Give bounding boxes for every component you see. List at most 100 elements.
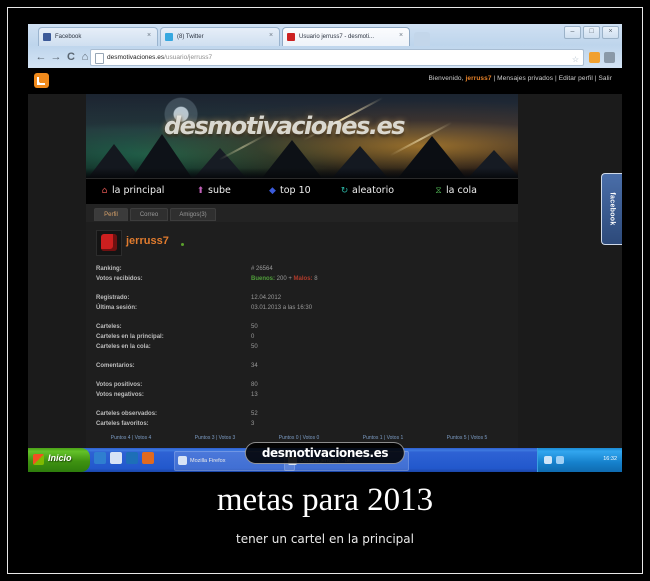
nav-item-la-cola[interactable]: ⧖ la cola [434,185,477,196]
tab-label: Usuario jerruss7 - desmoti... [299,34,375,40]
link-mensajes-privados[interactable]: Mensajes privados [497,75,553,82]
stat-value: 50 [251,324,258,330]
tab-correo[interactable]: Correo [130,208,168,221]
outlook-icon[interactable] [126,452,138,464]
twitter-favicon [165,33,173,41]
browser-tab-facebook[interactable]: Facebook × [38,27,158,46]
address-bar[interactable]: desmotivaciones.es/usuario/jerruss7 ☆ [90,49,584,66]
stat-label: Carteles en la principal: [96,334,164,340]
nav-item-aleatorio[interactable]: ↻ aleatorio [340,185,394,196]
search-icon[interactable] [110,452,122,464]
tab-label: Facebook [55,34,82,40]
thumbnail-item[interactable]: Puntos 5 | Votos 5 [430,432,504,446]
page-info-icon [95,53,104,64]
stat-label: Carteles observados: [96,411,158,417]
avatar[interactable] [96,230,122,256]
nav-label: top 10 [280,185,311,196]
thumbnail-item[interactable]: Puntos 4 | Votos 4 [94,432,168,446]
nav-label: la principal [112,185,165,196]
tab-label: (8) Twitter [177,34,204,40]
nav-item-top-10[interactable]: ◆ top 10 [268,185,311,196]
close-icon[interactable]: × [145,32,153,40]
user-bar: Bienvenido, jerruss7 | Mensajes privados… [428,75,612,82]
tab-strip: Facebook × (8) Twitter × Usuario jerruss… [28,27,622,46]
poster-caption: metas para 2013 tener un cartel en la pr… [0,480,650,546]
window-controls: – □ × [564,26,619,39]
tab-perfil[interactable]: Perfil [94,208,128,221]
stat-carteles-principal: Carteles en la principal: 0 [96,334,508,344]
taskbar-clock[interactable]: 16:32 [603,456,617,462]
votes-good-label: Buenos: [251,276,275,282]
link-editar-perfil[interactable]: Editar perfil [559,75,593,82]
poster-subtitle: tener un cartel en la principal [235,532,414,546]
reload-icon[interactable]: C [64,50,78,64]
main-navigation: ⌂ la principal ⬆ sube ◆ top 10 ↻ aleatorio ⧖… [86,178,518,206]
stat-value: 0 [251,334,255,340]
stat-label: Carteles en la cola: [96,344,151,350]
back-icon[interactable]: ← [34,50,48,64]
rss-icon[interactable] [34,73,49,88]
profile-card: jerruss7 Ranking: # 26564 Votos recibido… [86,222,518,448]
stat-value: 13 [251,392,258,398]
nav-label: la cola [446,185,477,196]
votes-bad-label: Malos: [293,276,313,282]
thumbnail-item[interactable]: Puntos 3 | Votos 3 [178,432,252,446]
stat-value: 34 [251,363,258,369]
username-link[interactable]: jerruss7 [465,75,491,82]
stat-label: Última sesión: [96,305,138,311]
trophy-icon: ◆ [269,186,276,196]
stat-label: Registrado: [96,295,130,301]
separator: | [493,75,496,82]
stat-label: Votos positivos: [96,382,143,388]
tray-network-icon[interactable] [556,456,564,464]
maximize-button[interactable]: □ [583,26,600,39]
menu-icon[interactable] [604,52,615,63]
new-tab-button[interactable] [414,32,430,46]
banner-wordmark: desmotivaciones.es [164,112,406,140]
close-icon[interactable]: × [397,32,405,40]
minimize-button[interactable]: – [564,26,581,39]
house-icon: ⌂ [101,186,108,196]
profile-stats: Ranking: # 26564 Votos recibidos: Buenos… [96,266,508,431]
browser-tab-twitter[interactable]: (8) Twitter × [160,27,280,46]
extension-icon[interactable] [589,52,600,63]
stat-ultima-sesion: Última sesión: 03.01.2013 a las 16:30 [96,305,508,315]
desmotivaciones-favicon [287,33,295,41]
stat-votos-recibidos: Votos recibidos: Buenos: 200 + Malos: 8 [96,276,508,286]
firefox-icon[interactable] [142,452,154,464]
stat-ranking: Ranking: # 26564 [96,266,508,276]
site-banner[interactable]: desmotivaciones.es [86,94,518,178]
close-icon[interactable]: × [267,32,275,40]
facebook-favicon [43,33,51,41]
bookmark-star-icon[interactable]: ☆ [572,52,579,65]
close-window-button[interactable]: × [602,26,619,39]
stat-label: Carteles: [96,324,122,330]
thumbnail-caption: Puntos 0 | Votos 0 [278,435,320,441]
tab-amigos[interactable]: Amigos(3) [170,208,216,221]
url-domain: desmotivaciones.es [107,54,165,61]
link-salir[interactable]: Salir [598,75,612,82]
start-button[interactable]: Inicio [28,448,90,472]
forward-icon[interactable]: → [49,50,63,64]
nav-label: sube [208,185,231,196]
facebook-side-tab[interactable]: facebook [601,173,622,245]
stat-label: Comentarios: [96,363,135,369]
online-status-dot [181,243,184,246]
quick-launch-bar [94,452,154,464]
thumbnail-caption: Puntos 3 | Votos 3 [194,435,236,441]
tray-volume-icon[interactable] [544,456,552,464]
page-viewport: Bienvenido, jerruss7 | Mensajes privados… [28,68,622,448]
stat-value: 80 [251,382,258,388]
start-label: Inicio [48,453,72,463]
nav-item-la-principal[interactable]: ⌂ la principal [100,185,165,196]
upload-icon: ⬆ [196,186,205,196]
site-top-bar: Bienvenido, jerruss7 | Mensajes privados… [28,68,622,94]
browser-tab-desmotivaciones[interactable]: Usuario jerruss7 - desmoti... × [282,27,410,46]
internet-explorer-icon[interactable] [94,452,106,464]
embedded-screenshot: Facebook × (8) Twitter × Usuario jerruss… [28,24,622,472]
nav-item-sube[interactable]: ⬆ sube [196,185,231,196]
stat-carteles-cola: Carteles en la cola: 50 [96,344,508,354]
